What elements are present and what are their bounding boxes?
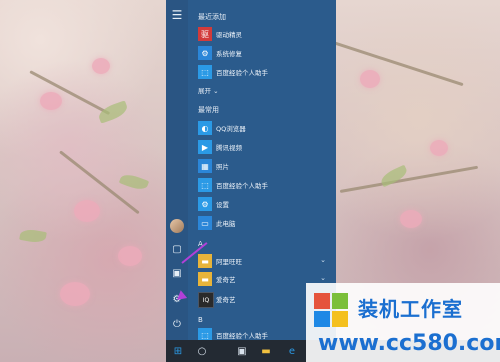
branch-decoration [329, 40, 464, 87]
leaf-decoration [19, 227, 47, 245]
app-label: 百度经验个人助手 [216, 182, 268, 190]
blossom-decoration [60, 282, 90, 306]
app-item-photos[interactable]: ▦ 照片 [196, 158, 330, 174]
windows-logo-icon [314, 293, 350, 329]
documents-icon[interactable]: ▢ [170, 243, 184, 257]
chevron-down-icon: ⌄ [320, 274, 326, 282]
branch-decoration [29, 70, 111, 116]
leaf-decoration [378, 164, 410, 188]
app-label: 百度经验个人助手 [216, 69, 268, 77]
settings-icon: ⚙ [198, 197, 212, 211]
section-letter-b: B [198, 316, 203, 324]
chevron-down-icon: ⌄ [213, 87, 219, 95]
start-rail: ☰ ▢ ▣ ⚙ ⏻ [166, 0, 188, 340]
expand-link[interactable]: 展开 ⌄ [198, 85, 219, 95]
this-pc-icon: ▭ [198, 216, 212, 230]
iqiyi-icon: IQ [198, 292, 214, 308]
cortana-icon[interactable]: ○ [194, 343, 210, 359]
app-item-system-repair[interactable]: ⚙ 系统修复 [196, 45, 330, 61]
file-explorer-icon[interactable]: ▬ [258, 343, 274, 359]
user-avatar-icon[interactable] [170, 219, 184, 233]
app-item-aliwangwang-folder[interactable]: ▬ 阿里旺旺 ⌄ [196, 253, 330, 269]
edge-icon[interactable]: e [284, 343, 300, 359]
blossom-decoration [430, 140, 448, 156]
section-most-used: 最常用 [198, 106, 219, 114]
branch-decoration [339, 165, 479, 193]
app-item-tencent-video[interactable]: ▶ 腾讯视频 [196, 139, 330, 155]
power-icon[interactable]: ⏻ [170, 318, 184, 332]
windows-start-icon[interactable]: ⊞ [170, 343, 186, 359]
system-repair-icon: ⚙ [198, 46, 212, 60]
blossom-decoration [118, 246, 142, 266]
watermark-url: www.cc580.com [318, 331, 500, 356]
baidu-helper-icon: ⬚ [198, 178, 212, 192]
task-view-icon[interactable]: ▣ [234, 343, 250, 359]
app-label: 驱动精灵 [216, 31, 242, 39]
app-item-qq-browser[interactable]: ◐ QQ浏览器 [196, 120, 330, 136]
blossom-decoration [92, 58, 110, 74]
app-item-settings[interactable]: ⚙ 设置 [196, 196, 330, 212]
watermark-title: 装机工作室 [358, 297, 463, 321]
photos-icon: ▦ [198, 159, 212, 173]
qq-browser-icon: ◐ [198, 121, 212, 135]
app-label: QQ浏览器 [216, 125, 246, 133]
app-item-this-pc[interactable]: ▭ 此电脑 [196, 215, 330, 231]
app-label: 照片 [216, 163, 229, 171]
app-item-baidu-helper-2[interactable]: ⬚ 百度经验个人助手 [196, 177, 330, 193]
app-item-driver-wizard[interactable]: 驱 驱动精灵 [196, 26, 330, 42]
leaf-decoration [118, 171, 150, 193]
blossom-decoration [360, 70, 380, 88]
app-label: 百度经验个人助手 [216, 332, 268, 340]
chevron-down-icon: ⌄ [320, 256, 326, 264]
app-item-baidu-helper[interactable]: ⬚ 百度经验个人助手 [196, 64, 330, 80]
blossom-decoration [400, 210, 422, 228]
section-recently-added: 最近添加 [198, 13, 226, 21]
app-label: 爱奇艺 [216, 296, 236, 304]
leaf-decoration [96, 100, 130, 124]
app-label: 系统修复 [216, 50, 242, 58]
blossom-decoration [40, 92, 62, 110]
blossom-decoration [74, 200, 100, 222]
pictures-icon[interactable]: ▣ [170, 267, 184, 281]
expand-label: 展开 [198, 87, 211, 95]
app-label: 腾讯视频 [216, 144, 242, 152]
folder-icon: ▬ [198, 272, 212, 286]
app-label: 此电脑 [216, 220, 236, 228]
app-label: 设置 [216, 201, 229, 209]
baidu-helper-icon: ⬚ [198, 65, 212, 79]
app-label: 爱奇艺 [216, 276, 236, 284]
app-label: 阿里旺旺 [216, 258, 242, 266]
watermark: 装机工作室 www.cc580.com [306, 283, 500, 362]
driver-wizard-icon: 驱 [198, 27, 212, 41]
folder-icon: ▬ [198, 254, 212, 268]
tencent-video-icon: ▶ [198, 140, 212, 154]
hamburger-menu-icon[interactable]: ☰ [170, 8, 184, 22]
